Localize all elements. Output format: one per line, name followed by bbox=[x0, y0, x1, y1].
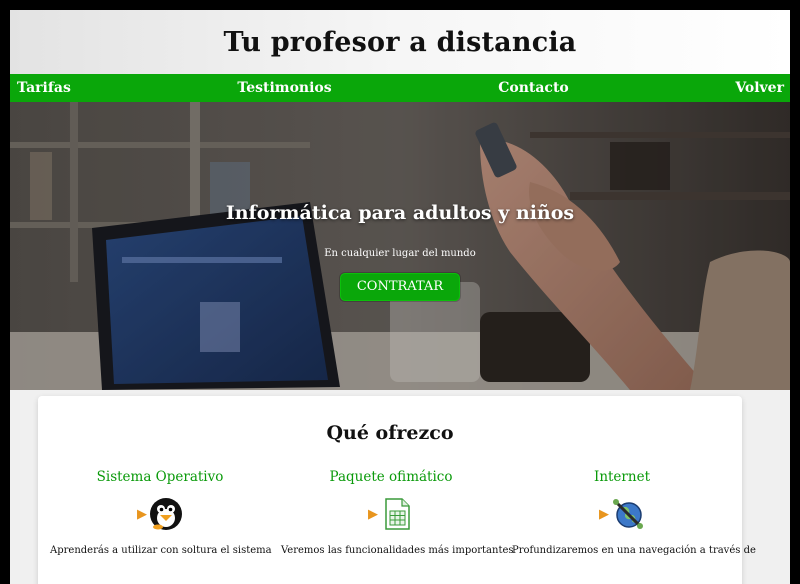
offer-title: Qué ofrezco bbox=[326, 422, 454, 444]
offer-item-icons: ▶ bbox=[512, 497, 732, 531]
offer-item-title: Internet bbox=[593, 469, 650, 485]
arrow-right-icon: ▶ bbox=[368, 506, 378, 522]
offer-item-text: Profundizaremos en una navegación a trav… bbox=[512, 545, 756, 556]
contratar-button[interactable]: CONTRATAR bbox=[340, 273, 460, 301]
offer-card: Qué ofrezco Sistema Operativo ▶ Aprender… bbox=[38, 396, 756, 584]
offer-item-title: Sistema Operativo bbox=[96, 469, 224, 485]
globe-icon bbox=[613, 499, 643, 529]
offer-item-internet: Internet ▶ Profundizaremos en una navega… bbox=[512, 469, 756, 556]
hero-section: Informática para adultos y niños En cual… bbox=[10, 102, 790, 390]
nav-link-tarifas[interactable]: Tarifas bbox=[17, 80, 71, 96]
offer-item-text: Aprenderás a utilizar con soltura el sis… bbox=[50, 545, 272, 556]
spreadsheet-icon bbox=[385, 498, 410, 530]
hero-subtitle: En cualquier lugar del mundo bbox=[324, 248, 476, 259]
nav-link-testimonios[interactable]: Testimonios bbox=[237, 80, 331, 96]
site-header: Tu profesor a distancia bbox=[10, 10, 790, 74]
offer-item-text: Veremos las funcionalidades más importan… bbox=[281, 545, 514, 556]
hero-content: Informática para adultos y niños En cual… bbox=[10, 202, 790, 301]
arrow-right-icon: ▶ bbox=[599, 506, 609, 522]
nav-link-contacto[interactable]: Contacto bbox=[498, 80, 569, 96]
offer-item-paquete-ofimatico: Paquete ofimático ▶ Veremos las funciona… bbox=[281, 469, 514, 556]
site-title: Tu profesor a distancia bbox=[223, 26, 577, 58]
penguin-icon bbox=[150, 498, 182, 530]
offer-list: Sistema Operativo ▶ Aprenderás a utiliza… bbox=[38, 469, 756, 556]
offer-item-icons: ▶ bbox=[50, 497, 270, 531]
nav-link-volver[interactable]: Volver bbox=[735, 80, 784, 96]
offer-item-title: Paquete ofimático bbox=[329, 469, 453, 485]
main-nav: Tarifas Testimonios Contacto Volver bbox=[10, 74, 790, 102]
offer-item-icons: ▶ bbox=[281, 497, 501, 531]
arrow-right-icon: ▶ bbox=[137, 506, 147, 522]
offer-item-sistema-operativo: Sistema Operativo ▶ Aprenderás a utiliza… bbox=[50, 469, 272, 556]
hero-title: Informática para adultos y niños bbox=[225, 202, 575, 224]
